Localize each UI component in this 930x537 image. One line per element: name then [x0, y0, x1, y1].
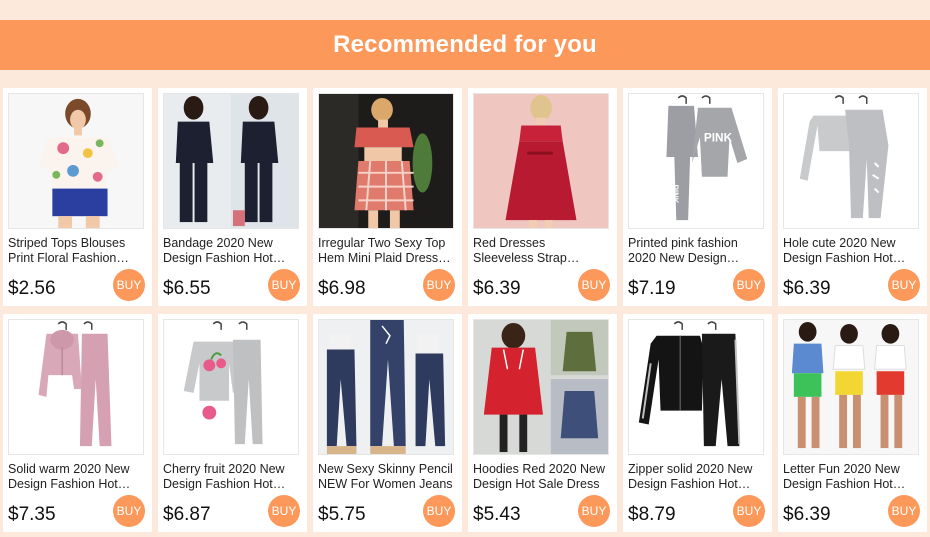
product-image[interactable]: [163, 93, 299, 229]
product-name[interactable]: Bandage 2020 New Design Fashion Hot Sale…: [163, 236, 299, 266]
product-image[interactable]: [628, 319, 764, 455]
product-grid: Striped Tops Blouses Print Floral Fashio…: [3, 88, 927, 532]
product-image[interactable]: [783, 319, 919, 455]
product-image[interactable]: [318, 93, 454, 229]
product-image[interactable]: PINK PINK: [628, 93, 764, 229]
product-image[interactable]: [318, 319, 454, 455]
buy-button[interactable]: BUY: [578, 269, 610, 301]
product-price: $8.79: [628, 504, 676, 525]
product-name[interactable]: Hoodies Red 2020 New Design Hot Sale Dre…: [473, 462, 609, 492]
product-card[interactable]: Letter Fun 2020 New Design Fashion Hot S…: [778, 314, 927, 532]
product-image[interactable]: [163, 319, 299, 455]
product-price: $6.39: [473, 278, 521, 299]
product-card[interactable]: Hole cute 2020 New Design Fashion Hot Sa…: [778, 88, 927, 306]
buy-button[interactable]: BUY: [423, 269, 455, 301]
product-price: $2.56: [8, 278, 56, 299]
product-card[interactable]: New Sexy Skinny Pencil NEW For Women Jea…: [313, 314, 462, 532]
product-price: $7.35: [8, 504, 56, 525]
product-name[interactable]: Letter Fun 2020 New Design Fashion Hot S…: [783, 462, 919, 492]
buy-button[interactable]: BUY: [888, 495, 920, 527]
product-card[interactable]: PINK PINK Printed pink fashion 2020 New …: [623, 88, 772, 306]
product-price: $6.39: [783, 278, 831, 299]
product-name[interactable]: Irregular Two Sexy Top Hem Mini Plaid Dr…: [318, 236, 454, 266]
product-price: $5.43: [473, 504, 521, 525]
buy-button[interactable]: BUY: [578, 495, 610, 527]
product-image[interactable]: [473, 93, 609, 229]
buy-button[interactable]: BUY: [113, 495, 145, 527]
product-card[interactable]: Striped Tops Blouses Print Floral Fashio…: [3, 88, 152, 306]
product-image[interactable]: [783, 93, 919, 229]
product-price: $6.55: [163, 278, 211, 299]
buy-button[interactable]: BUY: [423, 495, 455, 527]
product-price: $6.87: [163, 504, 211, 525]
buy-button[interactable]: BUY: [888, 269, 920, 301]
product-name[interactable]: Cherry fruit 2020 New Design Fashion Hot…: [163, 462, 299, 492]
product-name[interactable]: New Sexy Skinny Pencil NEW For Women Jea…: [318, 462, 454, 492]
product-name[interactable]: Solid warm 2020 New Design Fashion Hot S…: [8, 462, 144, 492]
product-card[interactable]: Zipper solid 2020 New Design Fashion Hot…: [623, 314, 772, 532]
section-title: Recommended for you: [333, 31, 597, 58]
product-price: $5.75: [318, 504, 366, 525]
buy-button[interactable]: BUY: [733, 269, 765, 301]
recommended-banner: Recommended for you: [0, 20, 930, 70]
product-card[interactable]: Red Dresses Sleeveless Strap Summer Wome…: [468, 88, 617, 306]
buy-button[interactable]: BUY: [268, 269, 300, 301]
product-card[interactable]: Hoodies Red 2020 New Design Hot Sale Dre…: [468, 314, 617, 532]
buy-button[interactable]: BUY: [268, 495, 300, 527]
product-name[interactable]: Striped Tops Blouses Print Floral Fashio…: [8, 236, 144, 266]
product-card[interactable]: Bandage 2020 New Design Fashion Hot Sale…: [158, 88, 307, 306]
product-image[interactable]: [473, 319, 609, 455]
product-name[interactable]: Red Dresses Sleeveless Strap Summer Wome…: [473, 236, 609, 266]
product-price: $7.19: [628, 278, 676, 299]
buy-button[interactable]: BUY: [113, 269, 145, 301]
product-name[interactable]: Zipper solid 2020 New Design Fashion Hot…: [628, 462, 764, 492]
product-card[interactable]: Cherry fruit 2020 New Design Fashion Hot…: [158, 314, 307, 532]
product-name[interactable]: Hole cute 2020 New Design Fashion Hot Sa…: [783, 236, 919, 266]
product-image[interactable]: [8, 93, 144, 229]
svg-text:PINK: PINK: [704, 130, 733, 144]
product-card[interactable]: Solid warm 2020 New Design Fashion Hot S…: [3, 314, 152, 532]
product-price: $6.98: [318, 278, 366, 299]
product-name[interactable]: Printed pink fashion 2020 New Design Wom…: [628, 236, 764, 266]
product-price: $6.39: [783, 504, 831, 525]
product-card[interactable]: Irregular Two Sexy Top Hem Mini Plaid Dr…: [313, 88, 462, 306]
product-image[interactable]: [8, 319, 144, 455]
svg-text:PINK: PINK: [670, 185, 679, 204]
buy-button[interactable]: BUY: [733, 495, 765, 527]
